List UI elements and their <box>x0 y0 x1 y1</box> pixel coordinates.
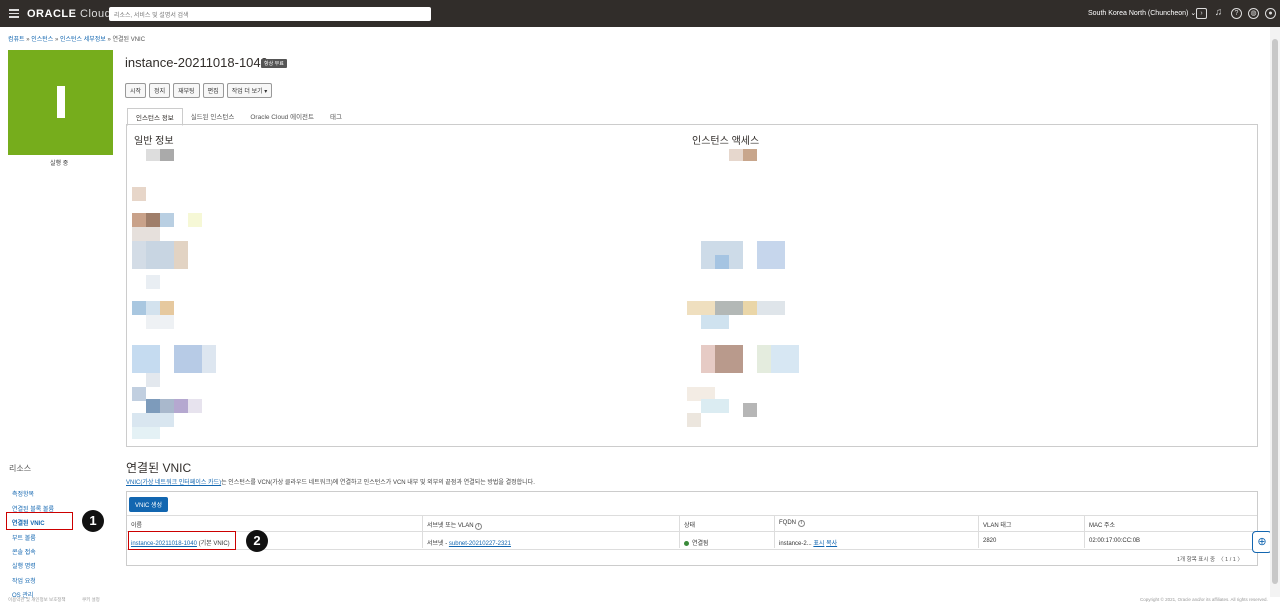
search-input[interactable]: 리소스, 서비스 및 설명서 검색 <box>109 7 431 21</box>
action-buttons: 시작 정지 재부팅 편집 작업 더 보기 ▾ <box>125 83 273 98</box>
help-widget-button[interactable]: ⊕ <box>1252 531 1272 553</box>
reboot-button[interactable]: 재부팅 <box>173 83 200 98</box>
column-divider <box>1084 515 1085 548</box>
prev-page-icon[interactable]: 〈 <box>1218 557 1224 563</box>
highlight-box-1 <box>6 512 73 530</box>
bell-icon[interactable]: ♫ <box>1213 8 1224 19</box>
vnic-fqdn-cell: instance-2... 표시 복사 <box>779 541 838 547</box>
resource-work-requests[interactable]: 작업 요청 <box>12 576 36 585</box>
vnic-vlan-cell: 2820 <box>983 538 997 544</box>
cloud-shell-icon[interactable]: › <box>1196 8 1207 19</box>
page-footer: 이용약관 및 개인정보 보호정책 쿠키 설정 Copyright © 2021,… <box>0 597 1280 604</box>
attached-vnics-title: 연결된 VNIC <box>126 461 192 475</box>
table-header-top-divider <box>127 515 1257 516</box>
cookie-link[interactable]: 쿠키 설정 <box>82 597 100 603</box>
copyright-text: Copyright © 2021, Oracle and/or its affi… <box>1140 597 1268 602</box>
column-divider <box>978 515 979 548</box>
vnic-subnet-cell: 서브넷 - subnet-20210227-2321 <box>427 541 511 547</box>
vnic-doc-link[interactable]: VNIC(가상 네트워크 인터페이스 카드) <box>126 480 221 486</box>
status-dot-icon <box>684 540 689 546</box>
fqdn-copy-link[interactable]: 복사 <box>826 541 837 547</box>
instance-info-panel: 일반 정보 인스턴스 액세스 <box>126 124 1258 447</box>
resource-run-command[interactable]: 실행 명령 <box>12 561 36 570</box>
page-title: instance-20211018-1040 <box>125 55 268 70</box>
next-page-icon[interactable]: 〉 <box>1237 557 1243 563</box>
top-navigation-bar: ORACLE Cloud 리소스, 서비스 및 설명서 검색 South Kor… <box>0 0 1280 27</box>
annotation-marker-2: 2 <box>246 530 268 552</box>
column-divider <box>422 515 423 548</box>
create-vnic-button[interactable]: VNIC 생성 <box>129 497 169 512</box>
col-header-mac[interactable]: MAC 주소 <box>1089 520 1115 529</box>
terms-link[interactable]: 이용약관 및 개인정보 보호정책 <box>8 597 66 603</box>
pagination: 1개 항목 표시 중 〈 1 / 1 〉 <box>1177 557 1243 563</box>
more-actions-button[interactable]: 작업 더 보기 ▾ <box>226 83 273 98</box>
col-header-subnet[interactable]: 서브넷 또는 VLAN i <box>427 520 483 530</box>
always-free-badge: 항상 무료 <box>261 59 287 68</box>
instance-status-text: 실행 중 <box>50 161 69 167</box>
vnic-table: VNIC 생성 이름 서브넷 또는 VLAN i 상태 FQDN i VLAN … <box>126 491 1258 566</box>
stop-button[interactable]: 정지 <box>149 83 171 98</box>
instance-access-title: 인스턴스 액세스 <box>692 136 760 147</box>
breadcrumb: 컴퓨트 » 인스턴스 » 인스턴스 세부정보 » 연결된 VNIC <box>8 37 146 43</box>
instance-letter-icon <box>57 86 65 118</box>
region-selector[interactable]: South Korea North (Chuncheon) ⌄ <box>1088 9 1196 17</box>
vnic-mac-cell: 02:00:17:00:CC:0B <box>1089 538 1141 544</box>
highlight-box-2 <box>128 531 236 550</box>
breadcrumb-instance-details[interactable]: 인스턴스 세부정보 <box>60 37 106 43</box>
breadcrumb-compute[interactable]: 컴퓨트 <box>8 37 25 43</box>
resource-boot-volume[interactable]: 부트 볼륨 <box>12 533 36 542</box>
help-icon[interactable]: ? <box>1231 8 1242 19</box>
annotation-marker-1: 1 <box>82 510 104 532</box>
hamburger-menu-icon[interactable] <box>4 4 24 24</box>
subnet-link[interactable]: subnet-20210227-2321 <box>449 541 511 547</box>
col-header-fqdn[interactable]: FQDN i <box>779 520 805 527</box>
resources-title: 리소스 <box>9 464 32 473</box>
info-icon[interactable]: i <box>797 520 805 527</box>
globe-icon[interactable]: ◍ <box>1248 8 1259 19</box>
column-divider <box>774 515 775 548</box>
breadcrumb-instances[interactable]: 인스턴스 <box>31 37 53 43</box>
column-divider <box>679 515 680 548</box>
page-scrollbar[interactable] <box>1270 27 1280 597</box>
table-header-divider <box>127 531 1257 532</box>
breadcrumb-current: 연결된 VNIC <box>112 37 146 43</box>
fqdn-show-link[interactable]: 표시 <box>813 541 824 547</box>
vnic-status-cell: 연결됨 <box>684 538 709 547</box>
attached-vnics-description: VNIC(가상 네트워크 인터페이스 카드)는 인스턴스를 VCN(가상 클라우… <box>126 480 535 486</box>
resource-console-connection[interactable]: 콘솔 접속 <box>12 547 36 556</box>
table-row-divider <box>127 549 1257 550</box>
instance-status-tile <box>8 50 113 155</box>
start-button[interactable]: 시작 <box>125 83 147 98</box>
col-header-status[interactable]: 상태 <box>684 520 695 529</box>
resource-metrics[interactable]: 측정항목 <box>12 489 34 498</box>
oracle-cloud-logo[interactable]: ORACLE Cloud <box>27 8 111 20</box>
scrollbar-thumb[interactable] <box>1272 39 1278 584</box>
info-icon[interactable]: i <box>475 523 483 530</box>
general-info-title: 일반 정보 <box>134 136 174 147</box>
user-icon[interactable]: ● <box>1265 8 1276 19</box>
redacted-general-info <box>132 149 222 439</box>
redacted-instance-access <box>687 149 807 439</box>
col-header-name[interactable]: 이름 <box>131 520 142 529</box>
edit-button[interactable]: 편집 <box>202 83 224 98</box>
col-header-vlan-tag[interactable]: VLAN 태그 <box>983 520 1011 529</box>
